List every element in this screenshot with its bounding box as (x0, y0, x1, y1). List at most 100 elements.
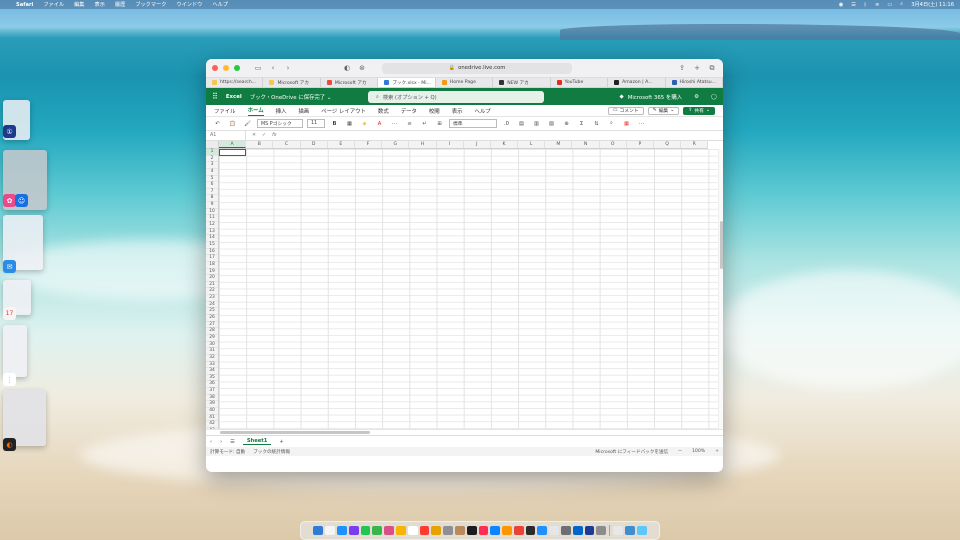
dock-app-icon[interactable] (407, 525, 418, 536)
address-bar[interactable]: 🔒 onedrive.live.com (382, 62, 572, 74)
dock-app-icon[interactable] (613, 525, 624, 536)
share-button[interactable]: ⇪ 共有 ⌄ (683, 106, 715, 115)
new-tab-icon[interactable]: + (692, 64, 702, 72)
calendar-icon[interactable]: 17 (3, 307, 16, 320)
row-header[interactable]: 1 (206, 149, 218, 156)
tab-draw[interactable]: 描画 (298, 107, 309, 115)
font-size-select[interactable]: 11 (307, 119, 325, 128)
sheet-tab[interactable]: Sheet1 (242, 438, 272, 445)
align-icon[interactable]: ≡ (404, 121, 415, 127)
row-header[interactable]: 6 (206, 182, 218, 189)
account-icon[interactable]: ◯ (711, 94, 717, 100)
close-button[interactable] (212, 65, 218, 71)
row-header[interactable]: 14 (206, 235, 218, 242)
battery-icon[interactable]: ▭ (887, 2, 892, 8)
tab-review[interactable]: 校閲 (429, 107, 440, 115)
zoom-button[interactable] (234, 65, 240, 71)
row-header[interactable]: 26 (206, 315, 218, 322)
dock-app-icon[interactable] (336, 525, 347, 536)
row-header[interactable]: 40 (206, 408, 218, 415)
row-header[interactable]: 23 (206, 295, 218, 302)
zoom-in-icon[interactable]: + (715, 449, 719, 455)
font-color-icon[interactable]: A (374, 121, 385, 127)
edit-mode-button[interactable]: ✎ 編集 ⌄ (647, 106, 680, 115)
dock-app-icon[interactable] (537, 525, 548, 536)
dock-app-icon[interactable] (372, 525, 383, 536)
horizontal-scrollbar[interactable] (206, 429, 723, 435)
browser-tab[interactable]: Microsoft アカ (321, 78, 379, 87)
menu-item[interactable]: 表示 (95, 1, 105, 8)
dock-app-icon[interactable] (625, 525, 635, 536)
column-header[interactable]: N (572, 141, 600, 148)
column-header[interactable]: D (301, 141, 328, 148)
row-header[interactable]: 12 (206, 222, 218, 229)
menu-item[interactable]: ウインドウ (176, 1, 202, 8)
zoom-level[interactable]: 100% (692, 449, 705, 455)
reminders-icon[interactable]: ⋮ (3, 373, 16, 386)
table-format-icon[interactable]: ▥ (531, 121, 542, 127)
column-header[interactable]: A (219, 141, 247, 148)
sum-icon[interactable]: Σ (576, 121, 587, 127)
fx-label[interactable]: fx (272, 133, 277, 138)
column-header[interactable]: C (273, 141, 301, 148)
feedback-link[interactable]: Microsoft にフィードバックを送信 (595, 449, 668, 455)
dock-app-icon[interactable] (513, 525, 524, 536)
dock-app-icon[interactable] (466, 525, 477, 536)
row-header[interactable]: 32 (206, 355, 218, 362)
row-header[interactable]: 39 (206, 401, 218, 408)
dock-app-icon[interactable] (525, 525, 536, 536)
dock-app-icon[interactable] (561, 525, 571, 536)
dock-app-icon[interactable] (431, 525, 442, 536)
column-header[interactable]: G (382, 141, 410, 148)
browser-tab[interactable]: NEW アカ (493, 78, 551, 87)
select-all-corner[interactable] (206, 141, 219, 148)
menu-app-name[interactable]: Safari (16, 2, 33, 8)
dock-app-icon[interactable] (395, 525, 406, 536)
dock-app-icon[interactable] (490, 525, 501, 536)
row-header[interactable]: 20 (206, 275, 218, 282)
column-header[interactable]: J (464, 141, 491, 148)
finder-icon[interactable]: ☺ (15, 194, 28, 207)
fill-color-icon[interactable]: ◈ (359, 121, 370, 127)
confirm-icon[interactable]: ✓ (262, 133, 266, 138)
column-header[interactable]: R (681, 141, 709, 148)
column-header[interactable]: B (246, 141, 274, 148)
row-header[interactable]: 17 (206, 255, 218, 262)
firefox-icon[interactable]: ◐ (3, 438, 16, 451)
extension-icon[interactable]: ⊛ (357, 64, 367, 72)
browser-tab[interactable]: YouTube (551, 78, 609, 87)
dock-app-icon[interactable] (443, 525, 453, 536)
zoom-out-icon[interactable]: − (678, 449, 682, 455)
menu-item[interactable]: ファイル (43, 1, 64, 8)
sort-filter-icon[interactable]: ⇅ (591, 121, 602, 127)
workbook-stats[interactable]: ブックの統計情報 (253, 449, 290, 455)
cell-styles-icon[interactable]: ▧ (546, 121, 557, 127)
dock-app-icon[interactable] (313, 525, 324, 536)
stage-thumbnail[interactable] (3, 325, 27, 377)
paste-icon[interactable]: 📋 (227, 121, 238, 127)
column-header[interactable]: M (545, 141, 573, 148)
addins-icon[interactable]: ▦ (621, 121, 632, 127)
formula-input[interactable] (283, 131, 719, 140)
menu-item[interactable]: 編集 (74, 1, 84, 8)
tab-file[interactable]: ファイル (214, 107, 236, 115)
row-header[interactable]: 15 (206, 242, 218, 249)
dock-app-icon[interactable] (502, 525, 512, 536)
spreadsheet-grid[interactable]: A B C D E F G H I J K L M N O P Q R 1234… (206, 141, 723, 429)
column-header[interactable]: O (600, 141, 627, 148)
column-header[interactable]: K (491, 141, 519, 148)
shield-icon[interactable]: ◐ (342, 64, 352, 72)
dock-app-icon[interactable] (325, 525, 335, 536)
column-header[interactable]: I (437, 141, 464, 148)
undo-icon[interactable]: ↶ (212, 121, 223, 127)
menu-item[interactable]: ブックマーク (135, 1, 166, 8)
excel-app-name[interactable]: Excel (226, 94, 242, 100)
control-center-icon[interactable]: ☰ (851, 2, 856, 8)
back-icon[interactable]: ‹ (268, 64, 278, 72)
menu-item[interactable]: ヘルプ (212, 1, 228, 8)
decimal-icon[interactable]: .0 (501, 121, 512, 127)
browser-tab[interactable]: Amazon | A... (608, 78, 666, 87)
all-sheets-icon[interactable]: ☰ (230, 439, 235, 445)
row-header[interactable]: 37 (206, 388, 218, 395)
column-header[interactable]: E (328, 141, 355, 148)
